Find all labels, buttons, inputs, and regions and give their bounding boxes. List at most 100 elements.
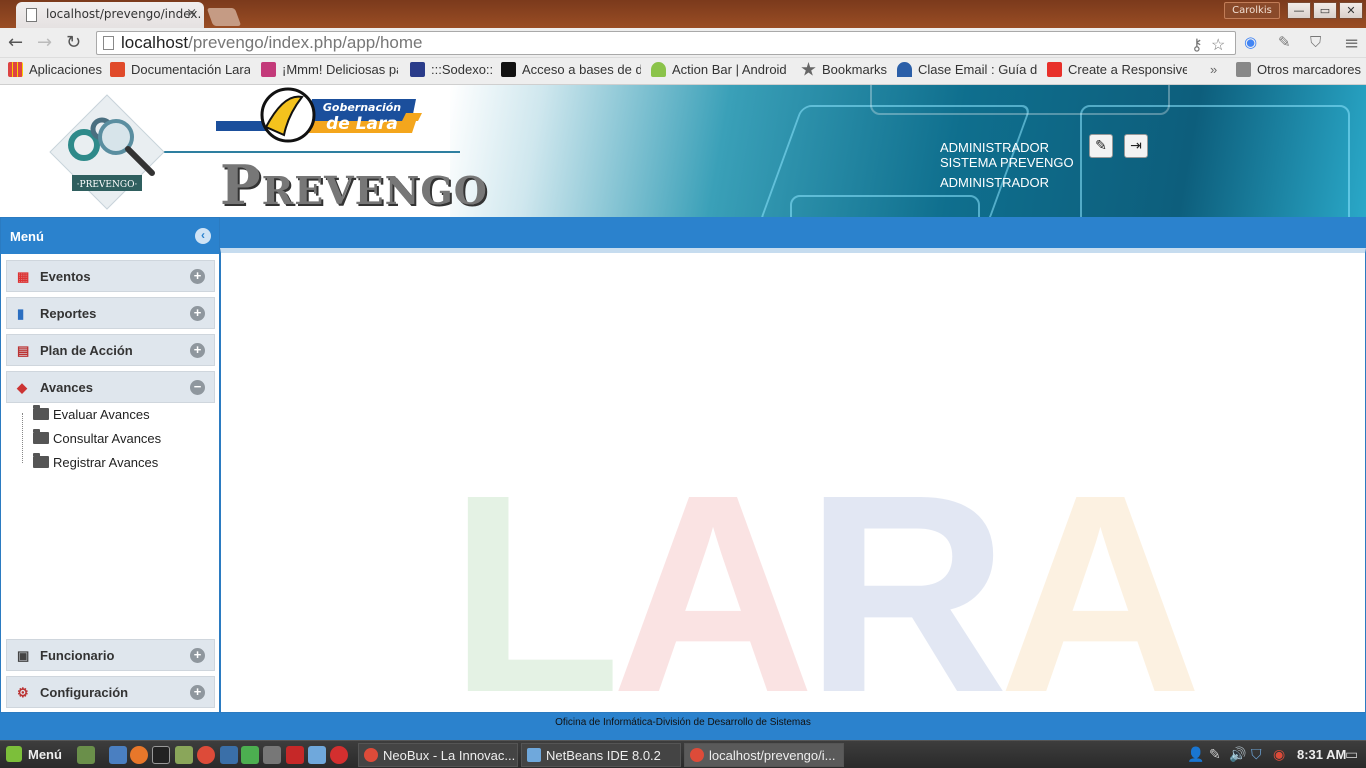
chrome-extension-icon[interactable]: ◉ [1244,33,1257,51]
bookmark-item[interactable]: Acceso a bases de da [501,62,641,77]
chrome-tray-icon[interactable]: ◉ [1273,746,1285,763]
filezilla-icon[interactable] [286,746,304,764]
expand-icon[interactable]: + [190,306,205,321]
android-icon [651,62,666,77]
menu-item-consultar-avances[interactable]: Consultar Avances [21,427,211,451]
key-icon[interactable]: ⚷ [1191,35,1203,57]
restore-button[interactable]: ▭ [1313,2,1337,19]
user-icon[interactable]: 👤 [1187,746,1204,763]
tag-icon: ◆ [17,380,27,395]
bookmark-item[interactable]: :::Sodexo::. [410,62,492,77]
shield-extension-icon[interactable]: ⛉ [1310,33,1321,51]
netbeans-icon[interactable] [308,746,326,764]
terminal-icon[interactable] [152,746,170,764]
network-icon[interactable]: ✎ [1209,746,1221,763]
menu-section-configuracion[interactable]: ⚙ Configuración + [6,676,215,708]
page-icon [26,8,37,22]
chart-icon: ▮ [17,306,25,321]
back-icon[interactable]: ← [8,33,23,53]
menu-icon[interactable]: ≡ [1344,33,1359,54]
apps-icon [8,62,23,77]
firefox-icon[interactable] [130,746,148,764]
collapse-icon[interactable]: − [190,380,205,395]
bookmark-item[interactable]: ¡Mmm! Deliciosas pa [261,62,398,77]
desktop-icon[interactable] [77,746,95,764]
sublime-icon[interactable] [263,746,281,764]
bookmark-star-icon[interactable]: ☆ [1211,35,1225,57]
id-card-icon: ▣ [17,648,30,663]
menu-section-avances[interactable]: ◆ Avances − [6,371,215,403]
launcher-icon[interactable] [109,746,127,764]
volume-icon[interactable]: 🔊 [1229,746,1246,763]
bookmark-apps[interactable]: Aplicaciones [8,62,102,77]
bookmark-favicon [897,62,912,77]
folder-icon [33,405,49,420]
shield-icon[interactable]: ⛉ [1251,746,1262,763]
task-netbeans[interactable]: NetBeans IDE 8.0.2 [521,743,681,767]
close-window-button[interactable]: ✕ [1339,2,1363,19]
user-system: SISTEMA PREVENGO [940,155,1074,170]
bookmark-item[interactable]: Create a Responsive [1047,62,1187,77]
page-icon [103,36,114,50]
collapse-menu-icon[interactable]: ‹ [195,228,211,244]
clock[interactable]: 8:31 AM [1297,747,1346,762]
netbeans-icon [527,748,541,762]
bookmark-item[interactable]: Clase Email : Guía de [897,62,1037,77]
tab-close-icon[interactable]: × [186,6,197,21]
bookmark-item[interactable]: Bookmarks [801,62,887,77]
new-tab-button[interactable] [206,8,242,26]
bookmark-favicon [110,62,125,77]
show-desktop-icon[interactable]: ▭ [1345,746,1358,763]
mysql-workbench-icon[interactable] [220,746,238,764]
os-taskbar: Menú NeoBux - La Innovac... NetBeans IDE… [0,740,1366,768]
star-icon [801,62,816,76]
bookmark-item[interactable]: Documentación Lara [110,62,250,77]
database-icon[interactable] [241,746,259,764]
files-icon[interactable] [175,746,193,764]
svg-text:·PREVENGO·: ·PREVENGO· [77,180,138,190]
browser-tab-strip: localhost/prevengo/index. × Carolkis — ▭… [0,0,1366,28]
profile-icon[interactable]: ✎ [1089,134,1113,158]
logout-icon[interactable]: ⇥ [1124,134,1148,158]
extension-tool-icon[interactable]: ✎ [1278,33,1291,51]
reload-icon[interactable]: ↻ [66,33,81,53]
task-localhost-prevengo[interactable]: localhost/prevengo/i... [684,743,844,767]
forward-icon[interactable]: → [37,33,52,53]
menu-item-registrar-avances[interactable]: Registrar Avances [21,451,211,475]
bookmarks-overflow-button[interactable]: » [1210,62,1217,77]
content-top-bar [220,217,1366,248]
address-bar[interactable]: localhost/prevengo/index.php/app/home ⚷ … [96,31,1236,55]
bookmark-favicon [501,62,516,77]
menu-section-eventos[interactable]: ▦ Eventos + [6,260,215,292]
bookmark-item[interactable]: Action Bar | Android [651,62,789,77]
watermark-letter: R [804,436,1009,713]
prevengo-logo: ·PREVENGO· [49,94,165,210]
start-menu-button[interactable]: Menú [6,746,62,762]
expand-icon[interactable]: + [190,269,205,284]
expand-icon[interactable]: + [190,648,205,663]
other-bookmarks[interactable]: Otros marcadores [1236,62,1361,77]
folder-icon [33,429,49,444]
task-neobux[interactable]: NeoBux - La Innovac... [358,743,518,767]
bookmark-favicon [261,62,276,77]
menu-section-plan-de-accion[interactable]: ▤ Plan de Acción + [6,334,215,366]
chrome-icon [364,748,378,762]
app-header: ·PREVENGO· Gobernación de Lara PREVENGO … [0,85,1366,217]
profile-button[interactable]: Carolkis [1224,2,1280,19]
app-brand-title: PREVENGO [220,153,488,217]
app-launcher-icon[interactable] [330,746,348,764]
chrome-icon[interactable] [197,746,215,764]
browser-tab-active[interactable]: localhost/prevengo/index. × [16,2,204,28]
expand-icon[interactable]: + [190,685,205,700]
expand-icon[interactable]: + [190,343,205,358]
watermark-letter: L [449,436,621,713]
svg-text:de Lara: de Lara [326,114,398,134]
menu-item-evaluar-avances[interactable]: Evaluar Avances [21,403,211,427]
menu-section-funcionario[interactable]: ▣ Funcionario + [6,639,215,671]
header-banner [450,85,1366,217]
menu-header: Menú ‹ [1,218,219,254]
menu-section-reportes[interactable]: ▮ Reportes + [6,297,215,329]
bookmark-favicon [410,62,425,77]
minimize-button[interactable]: — [1287,2,1311,19]
browser-toolbar: ← → ↻ localhost/prevengo/index.php/app/h… [0,28,1366,58]
